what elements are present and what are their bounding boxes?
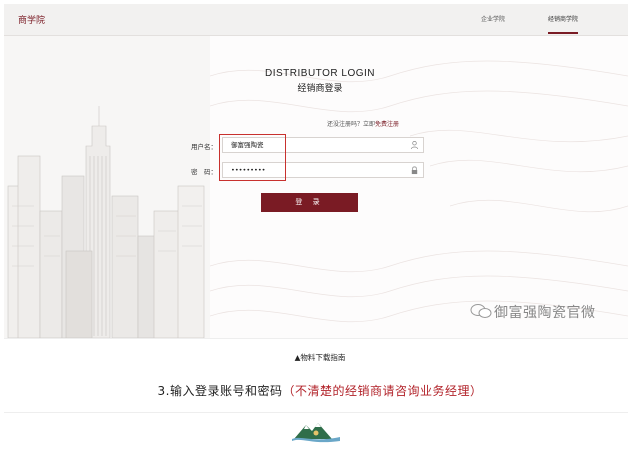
login-title-chinese: 经销商登录: [297, 84, 343, 94]
step-text: 3.输入登录账号和密码: [157, 384, 283, 398]
username-label: 用户名：: [191, 143, 217, 151]
wechat-icon: [470, 304, 492, 318]
register-prompt: 还没注册吗？立即免费注册: [327, 119, 399, 128]
brand-title[interactable]: 商学院: [18, 13, 45, 26]
password-label: 密 码：: [191, 168, 217, 176]
step-instruction: 3.输入登录账号和密码（不清楚的经销商请咨询业务经理）: [0, 382, 640, 399]
step-note: （不清楚的经销商请咨询业务经理）: [282, 384, 483, 398]
nav-enterprise-academy[interactable]: 企业学院: [481, 14, 505, 23]
nav-distributor-academy[interactable]: 经销商学院: [548, 14, 579, 34]
divider: [4, 412, 628, 413]
login-button[interactable]: 登 录: [261, 193, 358, 212]
divider: [4, 338, 628, 339]
user-icon: [410, 141, 419, 150]
login-title-english: DISTRIBUTOR LOGIN: [265, 68, 375, 79]
material-download-guide: ▲物料下载指南: [294, 353, 346, 362]
credentials-highlight-box: [219, 134, 286, 181]
mountain-logo-icon: [292, 423, 340, 443]
register-prompt-text: 还没注册吗？立即: [327, 121, 376, 128]
register-link[interactable]: 免费注册: [375, 121, 399, 128]
lock-icon: [411, 166, 418, 175]
top-navigation-bar: 商学院 企业学院 经销商学院: [4, 4, 628, 36]
official-account-watermark: 御富强陶瓷官微: [494, 305, 596, 321]
